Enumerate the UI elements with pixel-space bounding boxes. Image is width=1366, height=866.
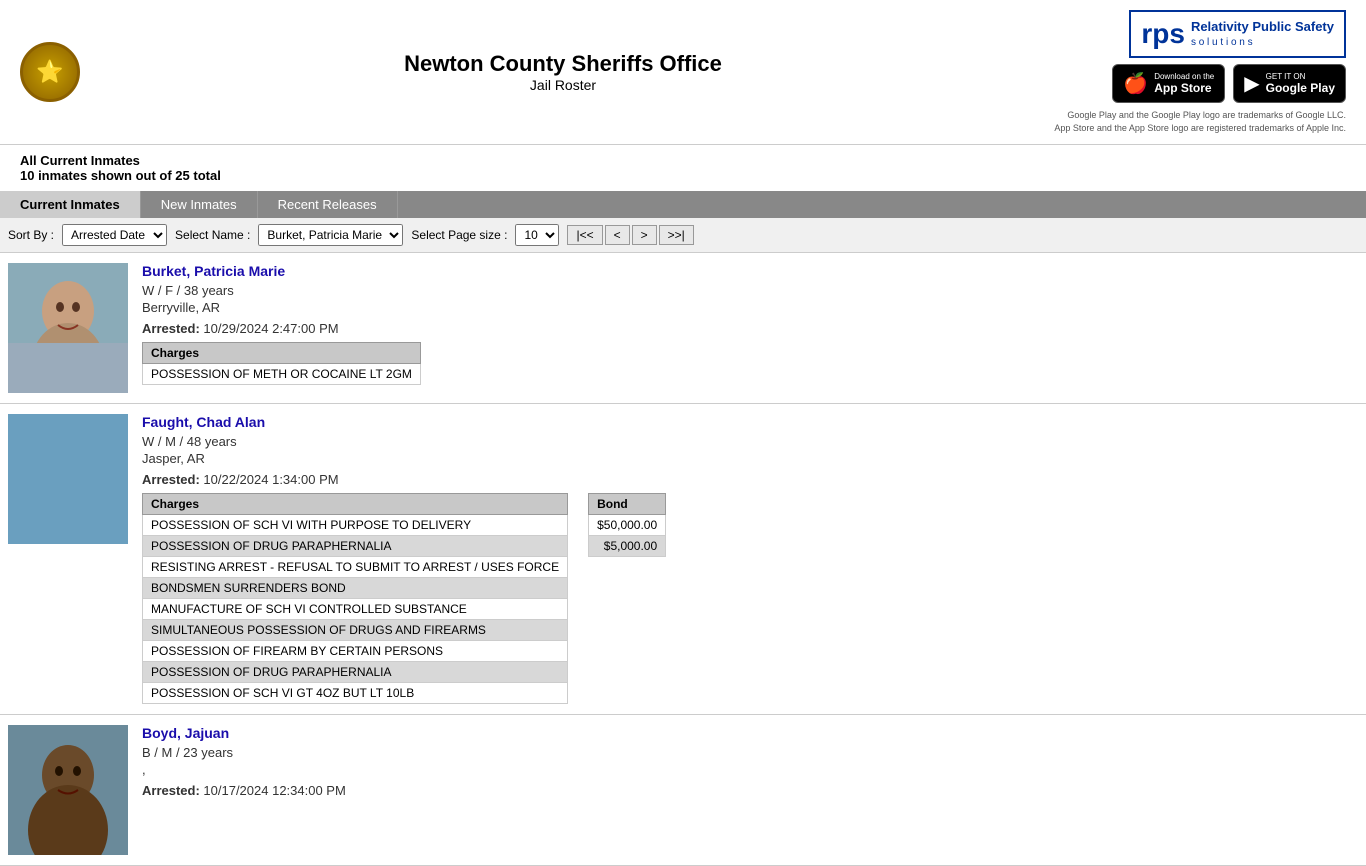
last-page-button[interactable]: >>| xyxy=(659,225,694,245)
inmate-details: Faught, Chad Alan W / M / 48 years Jaspe… xyxy=(142,414,1358,704)
charges-header: Charges xyxy=(143,343,421,364)
bond-table: Bond $50,000.00 $5,000.00 xyxy=(588,493,666,557)
inmate-photo xyxy=(8,725,128,855)
page-size-select[interactable]: 10 25 50 xyxy=(515,224,559,246)
charges-table: Charges POSSESSION OF METH OR COCAINE LT… xyxy=(142,342,421,385)
inmate-photo-placeholder xyxy=(8,414,128,544)
table-row: Burket, Patricia Marie W / F / 38 years … xyxy=(0,253,1366,404)
charge-item: BONDSMEN SURRENDERS BOND xyxy=(143,578,568,599)
prev-page-button[interactable]: < xyxy=(605,225,630,245)
sort-by-select[interactable]: Arrested Date xyxy=(62,224,167,246)
charge-item: RESISTING ARREST - REFUSAL TO SUBMIT TO … xyxy=(143,557,568,578)
inmate-list: Burket, Patricia Marie W / F / 38 years … xyxy=(0,253,1366,866)
charge-item: MANUFACTURE OF SCH VI CONTROLLED SUBSTAN… xyxy=(143,599,568,620)
info-bar: All Current Inmates 10 inmates shown out… xyxy=(0,145,1366,191)
inmate-name[interactable]: Faught, Chad Alan xyxy=(142,414,1358,430)
select-name-label: Select Name : xyxy=(175,228,250,242)
header-center: Newton County Sheriffs Office Jail Roste… xyxy=(100,51,1026,93)
google-big-text: Google Play xyxy=(1266,81,1335,95)
charge-item: POSSESSION OF SCH VI GT 4OZ BUT LT 10LB xyxy=(143,683,568,704)
bond-item: $50,000.00 xyxy=(589,515,666,536)
sort-by-label: Sort By : xyxy=(8,228,54,242)
inmate-arrested: Arrested: 10/17/2024 12:34:00 PM xyxy=(142,783,1358,798)
charge-item: POSSESSION OF DRUG PARAPHERNALIA xyxy=(143,662,568,683)
inmates-count-line2: 10 inmates shown out of 25 total xyxy=(20,168,1346,183)
inmate-demographics: W / F / 38 years xyxy=(142,283,1358,298)
inmate-photo xyxy=(8,263,128,393)
rps-logo: rps Relativity Public Safety s o l u t i… xyxy=(1129,10,1346,58)
rps-title-line2: s o l u t i o n s xyxy=(1191,36,1334,49)
inmate-location: Jasper, AR xyxy=(142,451,1358,466)
tab-recent-releases[interactable]: Recent Releases xyxy=(258,191,398,218)
bond-item: $5,000.00 xyxy=(589,536,666,557)
app-buttons: 🍎 Download on the App Store ▶ GET IT ON … xyxy=(1112,64,1346,103)
table-row: Faught, Chad Alan W / M / 48 years Jaspe… xyxy=(0,404,1366,715)
tab-new-inmates[interactable]: New Inmates xyxy=(141,191,258,218)
site-subtitle: Jail Roster xyxy=(100,77,1026,93)
inmate-details: Boyd, Jajuan B / M / 23 years , Arrested… xyxy=(142,725,1358,855)
apple-big-text: App Store xyxy=(1154,81,1214,95)
site-title: Newton County Sheriffs Office xyxy=(100,51,1026,77)
charges-bond-section: Charges POSSESSION OF SCH VI WITH PURPOS… xyxy=(142,493,1358,704)
google-play-button[interactable]: ▶ GET IT ON Google Play xyxy=(1233,64,1346,103)
bond-header: Bond xyxy=(589,494,666,515)
rps-letters: rps xyxy=(1141,18,1185,50)
inmates-count-line1: All Current Inmates xyxy=(20,153,1346,168)
controls-bar: Sort By : Arrested Date Select Name : Bu… xyxy=(0,218,1366,253)
name-select[interactable]: Burket, Patricia Marie xyxy=(258,224,403,246)
charge-item: POSSESSION OF SCH VI WITH PURPOSE TO DEL… xyxy=(143,515,568,536)
google-icon: ▶ xyxy=(1244,71,1259,96)
apple-icon: 🍎 xyxy=(1123,71,1148,96)
tabs-bar: Current Inmates New Inmates Recent Relea… xyxy=(0,191,1366,218)
google-small-text: GET IT ON xyxy=(1266,72,1335,81)
rps-text: Relativity Public Safety s o l u t i o n… xyxy=(1191,19,1334,49)
table-row: Boyd, Jajuan B / M / 23 years , Arrested… xyxy=(0,715,1366,866)
inmate-demographics: W / M / 48 years xyxy=(142,434,1358,449)
apple-small-text: Download on the xyxy=(1154,72,1214,81)
inmate-arrested: Arrested: 10/22/2024 1:34:00 PM xyxy=(142,472,1358,487)
pagination-controls: |<< < > >>| xyxy=(567,225,693,245)
tab-current-inmates[interactable]: Current Inmates xyxy=(0,191,141,218)
inmate-details: Burket, Patricia Marie W / F / 38 years … xyxy=(142,263,1358,393)
inmate-location: Berryville, AR xyxy=(142,300,1358,315)
header-right: rps Relativity Public Safety s o l u t i… xyxy=(1026,10,1346,134)
inmate-arrested: Arrested: 10/29/2024 2:47:00 PM xyxy=(142,321,1358,336)
rps-title-line1: Relativity Public Safety xyxy=(1191,19,1334,36)
charges-bond-section: Charges POSSESSION OF METH OR COCAINE LT… xyxy=(142,342,1358,385)
next-page-button[interactable]: > xyxy=(632,225,657,245)
charges-table: Charges POSSESSION OF SCH VI WITH PURPOS… xyxy=(142,493,568,704)
charge-item: SIMULTANEOUS POSSESSION OF DRUGS AND FIR… xyxy=(143,620,568,641)
charge-item: POSSESSION OF DRUG PARAPHERNALIA xyxy=(143,536,568,557)
charge-item: POSSESSION OF METH OR COCAINE LT 2GM xyxy=(143,364,421,385)
header-left: ⭐ xyxy=(20,42,100,102)
charge-item: POSSESSION OF FIREARM BY CERTAIN PERSONS xyxy=(143,641,568,662)
inmate-location: , xyxy=(142,762,1358,777)
apple-appstore-button[interactable]: 🍎 Download on the App Store xyxy=(1112,64,1225,103)
first-page-button[interactable]: |<< xyxy=(567,225,602,245)
charges-header: Charges xyxy=(143,494,568,515)
app-disclaimer: Google Play and the Google Play logo are… xyxy=(1054,109,1346,134)
page-size-label: Select Page size : xyxy=(411,228,507,242)
inmate-demographics: B / M / 23 years xyxy=(142,745,1358,760)
inmate-name[interactable]: Boyd, Jajuan xyxy=(142,725,1358,741)
sheriff-badge-icon: ⭐ xyxy=(20,42,80,102)
inmate-name[interactable]: Burket, Patricia Marie xyxy=(142,263,1358,279)
